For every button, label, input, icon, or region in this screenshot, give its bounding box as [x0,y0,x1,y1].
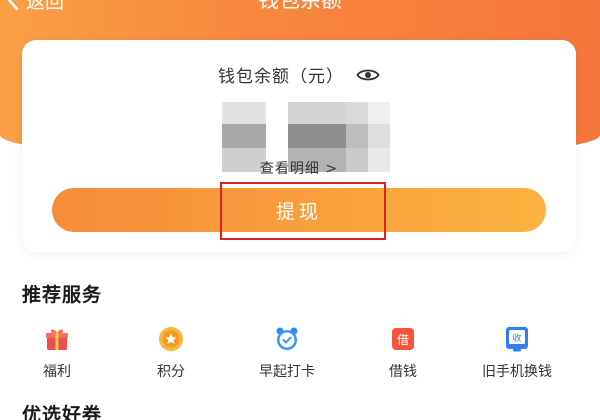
gift-icon [46,329,68,350]
service-label: 借钱 [389,364,417,380]
service-item-points[interactable]: 积分 [116,325,226,381]
balance-label: 钱包余额（元） [218,67,344,87]
highlight-box [220,182,386,240]
service-grid: 福利 积分 早起打卡 借 借钱 收 旧手机换钱 [0,325,600,385]
service-label: 福利 [43,364,71,380]
view-details-label: 查看明细 > [259,161,339,177]
eye-icon[interactable] [356,67,380,83]
coin-icon [159,327,183,351]
svg-text:收: 收 [512,332,521,344]
service-item-phone-tradein[interactable]: 收 旧手机换钱 [462,325,572,381]
phone-trade-icon: 收 [506,327,528,352]
coupons-section-title: 优选好券 [22,404,103,420]
service-item-welfare[interactable]: 福利 [2,325,112,381]
service-item-borrow[interactable]: 借 借钱 [348,325,458,381]
service-label: 积分 [157,364,185,380]
service-item-early-checkin[interactable]: 早起打卡 [232,325,342,381]
nav-bar: 返回 钱包余额 [0,0,600,14]
page-title: 钱包余额 [258,0,342,12]
recommended-services-title: 推荐服务 [22,284,103,306]
alarm-clock-icon [276,327,298,350]
balance-label-row: 钱包余额（元） [22,62,576,87]
service-label: 早起打卡 [259,364,315,380]
loan-icon: 借 [392,328,414,350]
svg-text:借: 借 [397,333,409,347]
view-details-link[interactable]: 查看明细 > [22,158,576,178]
service-label: 旧手机换钱 [482,364,552,380]
